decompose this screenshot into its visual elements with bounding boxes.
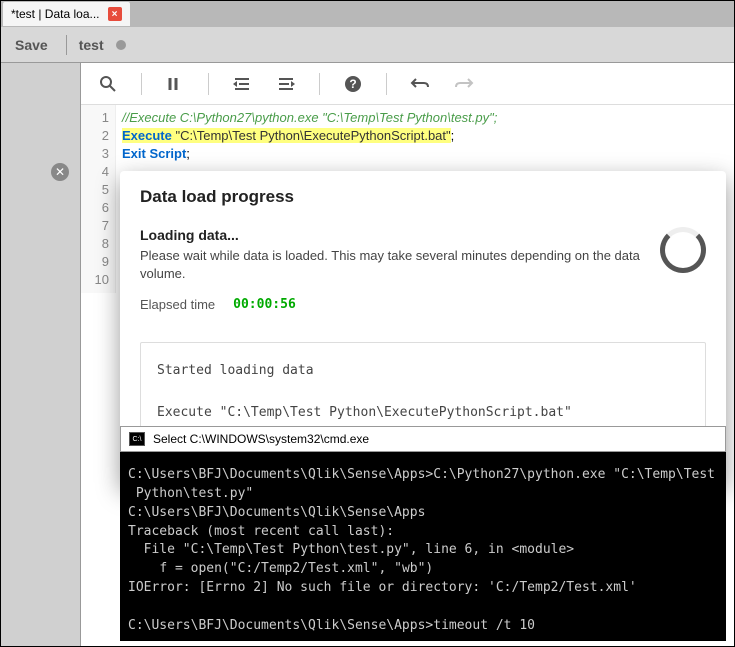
loading-status-title: Loading data... (140, 227, 646, 243)
separator (208, 73, 209, 95)
section-status-icon (116, 40, 126, 50)
modal-title: Data load progress (120, 171, 726, 219)
search-icon[interactable] (97, 73, 119, 95)
separator (141, 73, 142, 95)
elapsed-time-value: 00:00:56 (233, 297, 296, 312)
separator (319, 73, 320, 95)
toolbar: Save test (1, 27, 734, 63)
comment-icon[interactable] (164, 73, 186, 95)
cmd-window-title: Select C:\WINDOWS\system32\cmd.exe (153, 432, 369, 446)
app-tab[interactable]: *test | Data loa... × (3, 2, 130, 26)
editor-toolbar: ? (81, 63, 734, 105)
sidebar-close-icon[interactable]: ✕ (51, 163, 69, 181)
spinner-icon (660, 227, 706, 273)
help-icon[interactable]: ? (342, 73, 364, 95)
code-keyword: Exit Script (122, 146, 186, 161)
toolbar-separator (66, 35, 67, 55)
close-icon[interactable]: × (108, 7, 122, 21)
outdent-icon[interactable] (231, 73, 253, 95)
redo-icon[interactable] (453, 73, 475, 95)
tab-title: *test | Data loa... (11, 7, 100, 21)
tab-bar: *test | Data loa... × (1, 1, 734, 27)
cmd-window-titlebar[interactable]: C:\ Select C:\WINDOWS\system32\cmd.exe (120, 426, 726, 452)
elapsed-time-label: Elapsed time (140, 297, 215, 312)
section-name[interactable]: test (79, 37, 104, 53)
code-comment: //Execute C:\Python27\python.exe "C:\Tem… (122, 110, 497, 125)
cmd-icon: C:\ (129, 432, 145, 446)
undo-icon[interactable] (409, 73, 431, 95)
save-button[interactable]: Save (9, 33, 54, 57)
loading-status-desc: Please wait while data is loaded. This m… (140, 247, 646, 283)
svg-text:?: ? (349, 77, 356, 91)
code-string: "C:\Temp\Test Python\ExecutePythonScript… (172, 128, 451, 143)
line-gutter: 12345678910 (81, 105, 116, 293)
terminal-output[interactable]: C:\Users\BFJ\Documents\Qlik\Sense\Apps>C… (120, 452, 726, 641)
separator (386, 73, 387, 95)
indent-icon[interactable] (275, 73, 297, 95)
code-keyword: Execute (122, 128, 172, 143)
sidebar: ✕ (1, 63, 81, 646)
